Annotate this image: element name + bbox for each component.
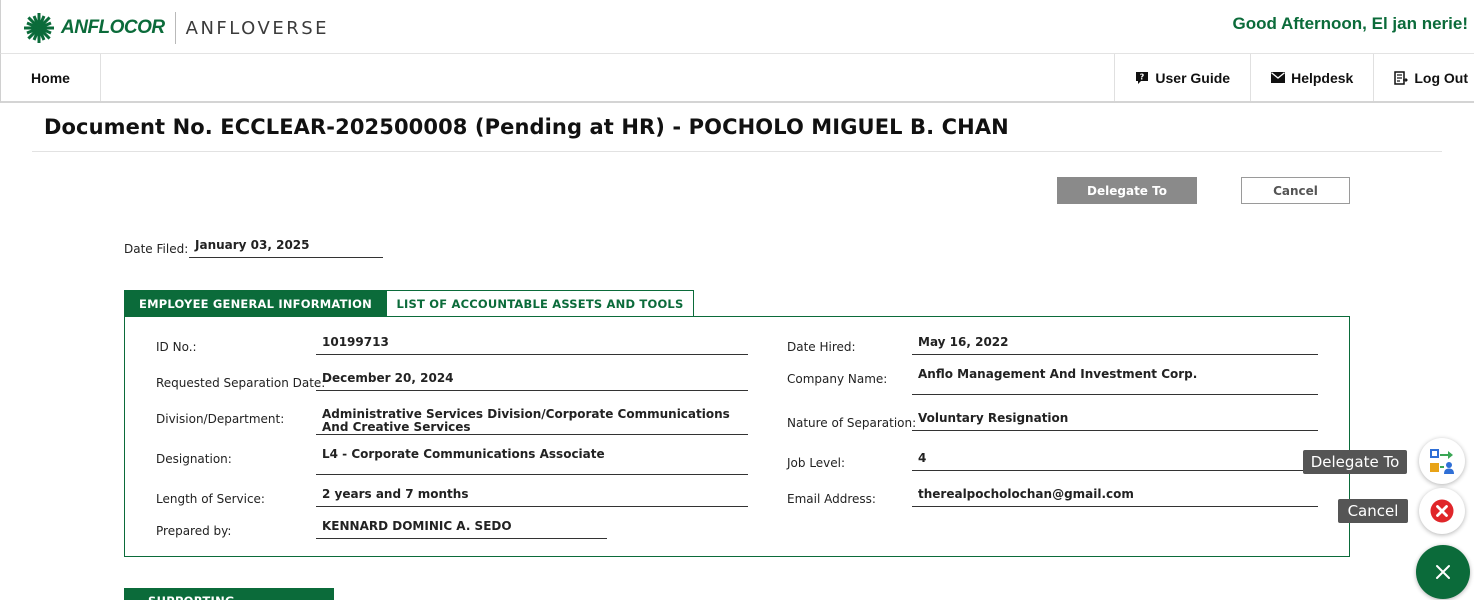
brand-name: ANFLOCOR (61, 17, 165, 38)
fab-cancel-button[interactable] (1419, 488, 1465, 534)
division-label: Division/Department: (156, 412, 285, 426)
sub-brand-name: ANFLOVERSE (185, 17, 330, 39)
email-address-field[interactable]: therealpocholochan@gmail.com (912, 488, 1318, 507)
date-hired-field[interactable]: May 16, 2022 (912, 336, 1318, 355)
nav-helpdesk-link[interactable]: Helpdesk (1250, 54, 1373, 101)
supporting-documents-tab[interactable]: SUPPORTING DOCUMENTS (124, 588, 334, 600)
id-label: ID No.: (156, 340, 197, 354)
close-icon (1436, 565, 1450, 579)
designation-label: Designation: (156, 452, 232, 466)
helpdesk-label: Helpdesk (1291, 69, 1354, 86)
job-level-label: Job Level: (787, 456, 846, 470)
separation-date-label: Requested Separation Date: (156, 376, 326, 390)
nav-user-guide-link[interactable]: ? User Guide (1114, 54, 1250, 101)
prepared-by-label: Prepared by: (156, 524, 232, 538)
company-name-label: Company Name: (787, 372, 888, 386)
delegate-icon (1430, 449, 1454, 474)
id-field[interactable]: 10199713 (316, 336, 748, 355)
tab-employee-general-information[interactable]: EMPLOYEE GENERAL INFORMATION (124, 290, 387, 317)
length-of-service-label: Length of Service: (156, 492, 265, 506)
main-navbar: Home ? User Guide Helpdesk Log Out (0, 54, 1474, 103)
greeting-text: Good Afternoon, El jan nerie! (1232, 14, 1469, 33)
anflocor-logo-icon (24, 13, 54, 43)
logout-icon (1394, 70, 1409, 85)
job-level-field[interactable]: 4 (912, 452, 1318, 471)
page-title: Document No. ECCLEAR-202500008 (Pending … (44, 115, 1009, 139)
prepared-by-field[interactable]: KENNARD DOMINIC A. SEDO (316, 520, 607, 539)
cancel-circle-icon (1430, 499, 1454, 523)
tab-accountable-assets-and-tools[interactable]: LIST OF ACCOUNTABLE ASSETS AND TOOLS (386, 290, 694, 317)
division-field[interactable]: Administrative Services Division/Corpora… (316, 408, 748, 435)
date-hired-label: Date Hired: (787, 340, 856, 354)
logo-divider (174, 12, 176, 44)
designation-field[interactable]: L4 - Corporate Communications Associate (316, 448, 748, 475)
date-filed-field[interactable]: January 03, 2025 (189, 236, 383, 258)
envelope-icon (1271, 72, 1286, 83)
logout-label: Log Out (1414, 69, 1468, 86)
fab-cancel-tooltip: Cancel (1338, 499, 1408, 523)
user-guide-icon: ? (1136, 71, 1149, 84)
cancel-button[interactable]: Cancel (1241, 177, 1350, 204)
nav-home-link[interactable]: Home (1, 54, 101, 101)
nav-right-group: ? User Guide Helpdesk Log Out (1114, 54, 1474, 101)
nature-of-separation-label: Nature of Separation: (787, 416, 917, 430)
length-of-service-field[interactable]: 2 years and 7 months (316, 488, 748, 507)
fab-delegate-button[interactable] (1419, 438, 1465, 484)
fab-delegate-tooltip: Delegate To (1303, 450, 1407, 474)
company-name-field[interactable]: Anflo Management And Investment Corp. (912, 368, 1318, 395)
svg-text:?: ? (1140, 72, 1145, 81)
top-header: ANFLOCOR ANFLOVERSE Good Afternoon, El j… (0, 0, 1474, 54)
user-guide-label: User Guide (1155, 69, 1231, 86)
date-filed-label: Date Filed: (124, 242, 189, 256)
separation-date-field[interactable]: December 20, 2024 (316, 372, 748, 391)
delegate-to-button[interactable]: Delegate To (1057, 177, 1197, 204)
email-address-label: Email Address: (787, 492, 876, 506)
company-logo[interactable]: ANFLOCOR ANFLOVERSE (21, 12, 329, 44)
title-divider (32, 151, 1442, 152)
fab-close-menu-button[interactable] (1416, 545, 1470, 599)
nav-logout-link[interactable]: Log Out (1373, 54, 1474, 101)
nature-of-separation-field[interactable]: Voluntary Resignation (912, 412, 1318, 431)
